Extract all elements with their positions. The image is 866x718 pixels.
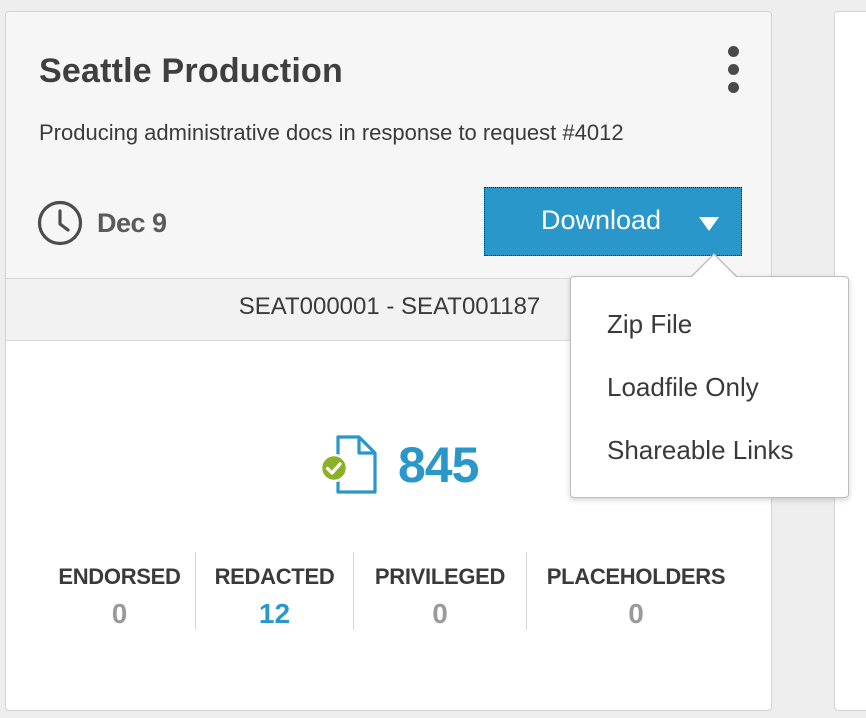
- menu-item-loadfile-only[interactable]: Loadfile Only: [607, 372, 759, 403]
- stat-label: PRIVILEGED: [374, 564, 506, 589]
- stat-placeholders: PLACEHOLDERS 0: [527, 552, 745, 630]
- document-count: 845: [318, 430, 479, 500]
- dropdown-pointer-fill: [691, 255, 737, 278]
- stat-label: REDACTED: [214, 564, 335, 589]
- download-dropdown-menu: Zip File Loadfile Only Shareable Links: [570, 276, 849, 498]
- stat-label: PLACEHOLDERS: [546, 564, 726, 589]
- download-label: Download: [541, 205, 662, 235]
- more-options-icon[interactable]: [722, 46, 744, 94]
- stat-value[interactable]: 12: [196, 598, 353, 630]
- document-count-value: 845: [398, 437, 479, 493]
- stat-value: 0: [628, 598, 644, 629]
- download-button[interactable]: Download: [484, 187, 742, 256]
- clock-icon: [37, 200, 83, 246]
- menu-item-shareable-links[interactable]: Shareable Links: [607, 435, 793, 466]
- caret-down-icon: [699, 217, 719, 231]
- stat-redacted: REDACTED 12: [196, 552, 354, 630]
- stat-value: 0: [432, 598, 448, 629]
- card-header: Seattle Production Producing administrat…: [6, 12, 771, 279]
- production-date: Dec 9: [37, 200, 167, 246]
- stats-row: ENDORSED 0 REDACTED 12 PRIVILEGED 0 PLAC…: [44, 552, 745, 630]
- date-label: Dec 9: [97, 207, 167, 238]
- production-title: Seattle Production: [39, 52, 343, 90]
- document-check-icon: [318, 433, 380, 497]
- stat-endorsed: ENDORSED 0: [44, 552, 196, 630]
- production-description: Producing administrative docs in respons…: [39, 120, 624, 145]
- stat-privileged: PRIVILEGED 0: [354, 552, 527, 630]
- menu-item-zip-file[interactable]: Zip File: [607, 309, 692, 340]
- stat-value: 0: [111, 598, 128, 629]
- stat-label: ENDORSED: [58, 564, 181, 589]
